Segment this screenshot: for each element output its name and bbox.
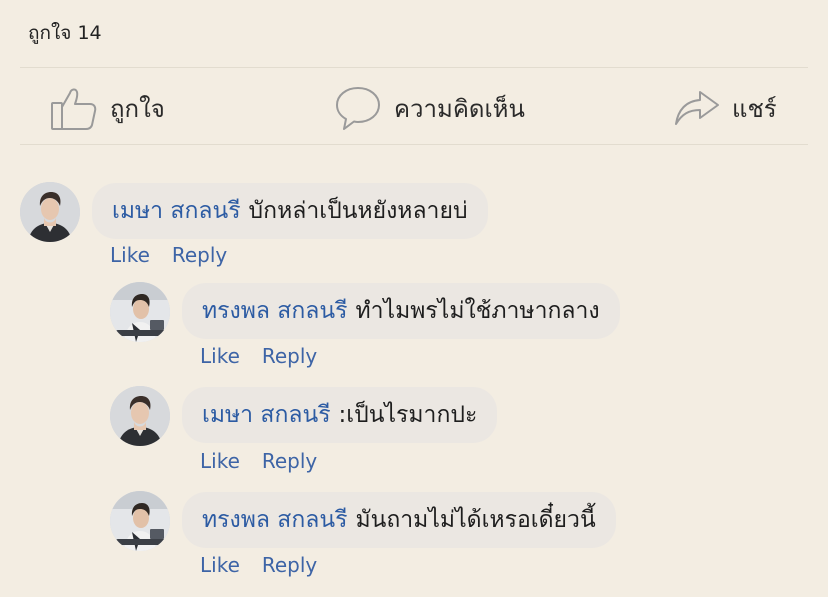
comment-item: เมษา สกลนรี บักหล่าเป็นหยังหลายบ่: [20, 182, 488, 242]
reply-reply-link[interactable]: Reply: [262, 553, 317, 577]
reply-actions: Like Reply: [200, 449, 317, 473]
reply-author[interactable]: ทรงพล สกลนรี: [202, 293, 347, 329]
reply-like-link[interactable]: Like: [200, 344, 240, 368]
reply-actions: Like Reply: [200, 553, 317, 577]
comment-actions: Like Reply: [110, 243, 227, 267]
reply-item: ทรงพล สกลนรี ทำไมพรไม่ใช้ภาษากลาง: [110, 282, 620, 342]
divider: [20, 144, 808, 145]
reply-author[interactable]: เมษา สกลนรี: [202, 397, 331, 433]
like-button[interactable]: ถูกใจ: [50, 80, 165, 136]
comment-button[interactable]: ความคิดเห็น: [334, 80, 525, 136]
reply-item: ทรงพล สกลนรี มันถามไม่ได้เหรอเดี๋ยวนี้: [110, 491, 616, 551]
comment-like-link[interactable]: Like: [110, 243, 150, 267]
reply-actions: Like Reply: [200, 344, 317, 368]
reply-like-link[interactable]: Like: [200, 449, 240, 473]
thumbs-up-icon: [50, 85, 98, 131]
speech-bubble-icon: [334, 84, 382, 132]
comment-bubble: เมษา สกลนรี บักหล่าเป็นหยังหลายบ่: [92, 183, 488, 239]
avatar[interactable]: [110, 282, 170, 342]
share-button[interactable]: แชร์: [674, 80, 777, 136]
reply-reply-link[interactable]: Reply: [262, 449, 317, 473]
reply-bubble: ทรงพล สกลนรี ทำไมพรไม่ใช้ภาษากลาง: [182, 283, 620, 339]
divider: [20, 67, 808, 68]
avatar[interactable]: [110, 491, 170, 551]
likes-count[interactable]: ถูกใจ 14: [28, 18, 102, 48]
comment-text: บักหล่าเป็นหยังหลายบ่: [248, 198, 468, 224]
reply-text: ทำไมพรไม่ใช้ภาษากลาง: [355, 298, 600, 324]
reply-item: เมษา สกลนรี :เป็นไรมากปะ: [110, 386, 498, 446]
reply-text: มันถามไม่ได้เหรอเดี๋ยวนี้: [355, 507, 596, 533]
reply-text: :เป็นไรมากปะ: [338, 402, 478, 428]
share-arrow-icon: [674, 88, 720, 128]
reply-author[interactable]: ทรงพล สกลนรี: [202, 502, 347, 538]
avatar[interactable]: [110, 386, 170, 446]
comment-reply-link[interactable]: Reply: [172, 243, 227, 267]
share-label: แชร์: [732, 94, 777, 123]
reply-bubble: ทรงพล สกลนรี มันถามไม่ได้เหรอเดี๋ยวนี้: [182, 492, 616, 548]
reply-bubble: เมษา สกลนรี :เป็นไรมากปะ: [182, 387, 498, 443]
comment-label: ความคิดเห็น: [394, 94, 525, 123]
action-bar: ถูกใจ ความคิดเห็น แชร์: [0, 80, 828, 136]
avatar[interactable]: [20, 182, 80, 242]
reply-reply-link[interactable]: Reply: [262, 344, 317, 368]
reply-like-link[interactable]: Like: [200, 553, 240, 577]
comment-author[interactable]: เมษา สกลนรี: [112, 193, 241, 229]
like-label: ถูกใจ: [110, 94, 165, 123]
